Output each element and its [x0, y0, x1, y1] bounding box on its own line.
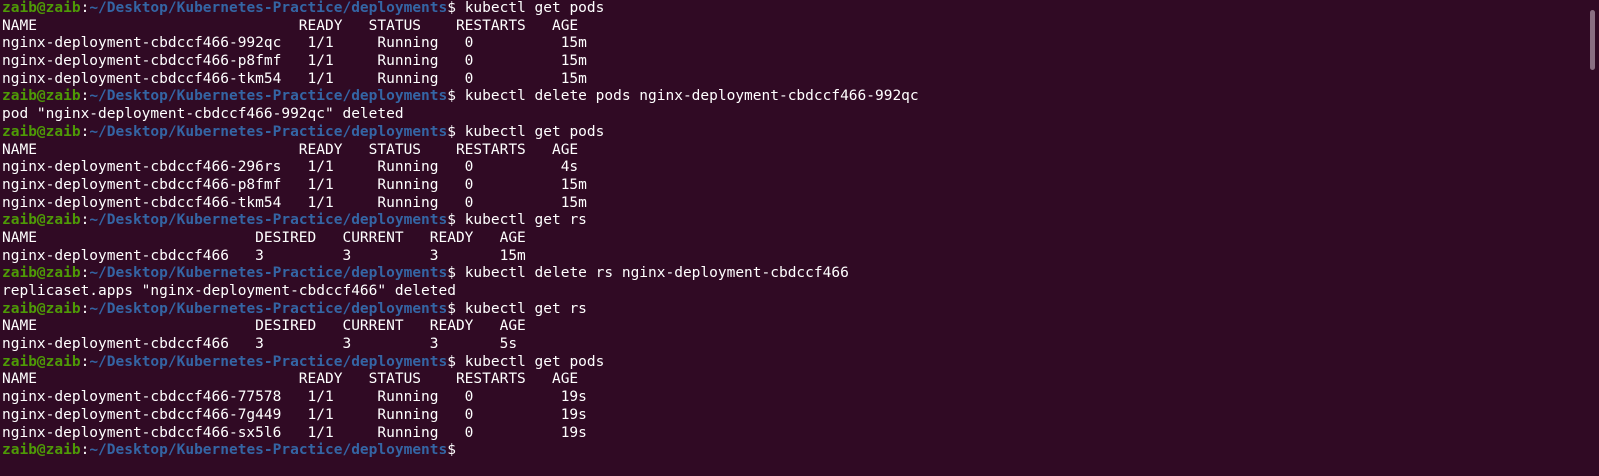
terminal-window[interactable]: zaib@zaib:~/Desktop/Kubernetes-Practice/… — [0, 0, 1599, 476]
output-text: nginx-deployment-cbdccf466-p8fmf 1/1 Run… — [2, 53, 587, 70]
prompt-separator: : — [80, 442, 90, 459]
output-line: nginx-deployment-cbdccf466-p8fmf 1/1 Run… — [2, 53, 1582, 71]
command-text: kubectl get rs — [455, 212, 587, 229]
output-line: nginx-deployment-cbdccf466 3 3 3 5s — [2, 336, 1582, 354]
command-text: kubectl get pods — [455, 123, 605, 140]
prompt-user: zaib@zaib — [2, 88, 81, 105]
command-text: kubectl get rs — [455, 300, 587, 317]
prompt-user: zaib@zaib — [2, 123, 81, 140]
output-line: nginx-deployment-cbdccf466 3 3 3 15m — [2, 248, 1582, 266]
output-line: NAME READY STATUS RESTARTS AGE — [2, 142, 1582, 160]
prompt-separator: : — [80, 300, 90, 317]
prompt-user: zaib@zaib — [2, 212, 81, 229]
output-text: nginx-deployment-cbdccf466-p8fmf 1/1 Run… — [2, 176, 587, 193]
output-line: nginx-deployment-cbdccf466-992qc 1/1 Run… — [2, 35, 1582, 53]
output-text: NAME READY STATUS RESTARTS AGE — [2, 17, 579, 34]
command-text: kubectl get pods — [455, 0, 605, 16]
prompt-symbol: $ — [447, 212, 456, 229]
prompt-path: ~/Desktop/Kubernetes-Practice/deployment… — [89, 300, 448, 317]
output-line: NAME DESIRED CURRENT READY AGE — [2, 230, 1582, 248]
prompt-line: zaib@zaib:~/Desktop/Kubernetes-Practice/… — [2, 124, 1582, 142]
output-line: nginx-deployment-cbdccf466-tkm54 1/1 Run… — [2, 71, 1582, 89]
prompt-symbol: $ — [447, 123, 456, 140]
output-text: nginx-deployment-cbdccf466-sx5l6 1/1 Run… — [2, 424, 587, 441]
prompt-path: ~/Desktop/Kubernetes-Practice/deployment… — [89, 442, 448, 459]
prompt-path: ~/Desktop/Kubernetes-Practice/deployment… — [89, 88, 448, 105]
prompt-path: ~/Desktop/Kubernetes-Practice/deployment… — [89, 353, 448, 370]
output-line: NAME READY STATUS RESTARTS AGE — [2, 371, 1582, 389]
output-line: replicaset.apps "nginx-deployment-cbdccf… — [2, 283, 1582, 301]
prompt-user: zaib@zaib — [2, 265, 81, 282]
output-line: NAME READY STATUS RESTARTS AGE — [2, 18, 1582, 36]
prompt-line: zaib@zaib:~/Desktop/Kubernetes-Practice/… — [2, 88, 1582, 106]
output-text: NAME DESIRED CURRENT READY AGE — [2, 318, 526, 335]
output-line: NAME DESIRED CURRENT READY AGE — [2, 318, 1582, 336]
prompt-line: zaib@zaib:~/Desktop/Kubernetes-Practice/… — [2, 301, 1582, 319]
prompt-separator: : — [80, 353, 90, 370]
prompt-line: zaib@zaib:~/Desktop/Kubernetes-Practice/… — [2, 354, 1582, 372]
prompt-symbol: $ — [447, 0, 456, 16]
prompt-separator: : — [80, 0, 90, 16]
prompt-path: ~/Desktop/Kubernetes-Practice/deployment… — [89, 0, 448, 16]
output-text: nginx-deployment-cbdccf466-992qc 1/1 Run… — [2, 35, 587, 52]
output-text: nginx-deployment-cbdccf466-tkm54 1/1 Run… — [2, 70, 587, 87]
output-text: nginx-deployment-cbdccf466-296rs 1/1 Run… — [2, 159, 579, 176]
prompt-symbol: $ — [447, 442, 456, 459]
prompt-separator: : — [80, 212, 90, 229]
output-text: nginx-deployment-cbdccf466-77578 1/1 Run… — [2, 389, 587, 406]
prompt-line: zaib@zaib:~/Desktop/Kubernetes-Practice/… — [2, 212, 1582, 230]
scrollbar-thumb[interactable] — [1590, 10, 1595, 70]
prompt-user: zaib@zaib — [2, 442, 81, 459]
prompt-path: ~/Desktop/Kubernetes-Practice/deployment… — [89, 265, 448, 282]
output-line: nginx-deployment-cbdccf466-sx5l6 1/1 Run… — [2, 425, 1582, 443]
output-line: nginx-deployment-cbdccf466-tkm54 1/1 Run… — [2, 195, 1582, 213]
terminal-output[interactable]: zaib@zaib:~/Desktop/Kubernetes-Practice/… — [2, 0, 1582, 460]
command-text: kubectl get pods — [455, 353, 605, 370]
prompt-line: zaib@zaib:~/Desktop/Kubernetes-Practice/… — [2, 265, 1582, 283]
prompt-path: ~/Desktop/Kubernetes-Practice/deployment… — [89, 123, 448, 140]
output-text: NAME READY STATUS RESTARTS AGE — [2, 371, 579, 388]
command-text: kubectl delete pods nginx-deployment-cbd… — [455, 88, 919, 105]
prompt-separator: : — [80, 123, 90, 140]
output-text: NAME DESIRED CURRENT READY AGE — [2, 229, 526, 246]
prompt-symbol: $ — [447, 88, 456, 105]
prompt-symbol: $ — [447, 300, 456, 317]
scrollbar[interactable] — [1585, 0, 1599, 476]
output-text: nginx-deployment-cbdccf466-7g449 1/1 Run… — [2, 406, 587, 423]
output-text: NAME READY STATUS RESTARTS AGE — [2, 141, 579, 158]
command-text: kubectl delete rs nginx-deployment-cbdcc… — [455, 265, 849, 282]
output-line: nginx-deployment-cbdccf466-p8fmf 1/1 Run… — [2, 177, 1582, 195]
prompt-separator: : — [80, 88, 90, 105]
prompt-line: zaib@zaib:~/Desktop/Kubernetes-Practice/… — [2, 0, 1582, 18]
prompt-line: zaib@zaib:~/Desktop/Kubernetes-Practice/… — [2, 442, 1582, 460]
prompt-path: ~/Desktop/Kubernetes-Practice/deployment… — [89, 212, 448, 229]
prompt-user: zaib@zaib — [2, 0, 81, 16]
output-line: nginx-deployment-cbdccf466-7g449 1/1 Run… — [2, 407, 1582, 425]
output-text: replicaset.apps "nginx-deployment-cbdccf… — [2, 283, 456, 299]
output-line: pod "nginx-deployment-cbdccf466-992qc" d… — [2, 106, 1582, 124]
output-text: nginx-deployment-cbdccf466 3 3 3 5s — [2, 336, 518, 353]
output-line: nginx-deployment-cbdccf466-77578 1/1 Run… — [2, 389, 1582, 407]
output-text: pod "nginx-deployment-cbdccf466-992qc" d… — [2, 106, 404, 123]
prompt-user: zaib@zaib — [2, 300, 81, 317]
output-text: nginx-deployment-cbdccf466-tkm54 1/1 Run… — [2, 194, 587, 211]
prompt-symbol: $ — [447, 353, 456, 370]
output-text: nginx-deployment-cbdccf466 3 3 3 15m — [2, 247, 526, 264]
output-line: nginx-deployment-cbdccf466-296rs 1/1 Run… — [2, 159, 1582, 177]
prompt-separator: : — [80, 265, 90, 282]
prompt-symbol: $ — [447, 265, 456, 282]
prompt-user: zaib@zaib — [2, 353, 81, 370]
